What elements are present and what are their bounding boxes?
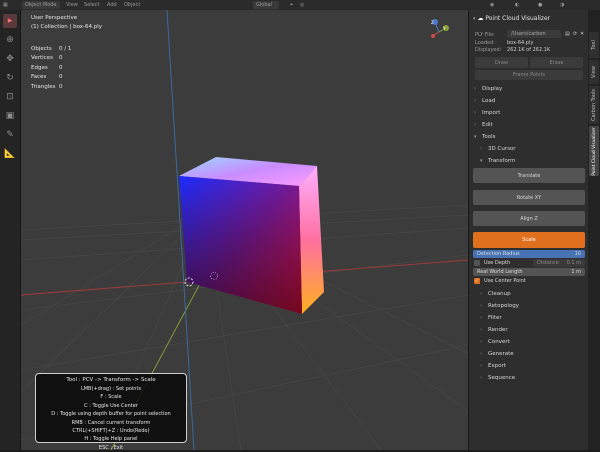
cursor-tool-icon[interactable]: ⊕ (3, 33, 17, 47)
shading-solid-icon[interactable]: ● (538, 1, 542, 9)
reload-icon[interactable]: ⟳ (573, 31, 577, 37)
section-edit[interactable]: › Edit (474, 122, 493, 128)
section-tools[interactable]: ▾ Tools (474, 134, 496, 140)
erase-button[interactable]: Erase (530, 57, 583, 68)
displayed-label: Displayed: (475, 47, 502, 53)
help-lines: LMB(+drag) : Set points F : Scale C : To… (51, 386, 171, 451)
move-tool-icon[interactable]: ✥ (3, 52, 17, 66)
editor-type-icon[interactable]: ▦ (3, 1, 17, 9)
section-import[interactable]: › Import (474, 110, 500, 116)
panel-header[interactable]: ▾ ☁ Point Cloud Visualizer (473, 14, 585, 24)
subsection-filter[interactable]: › Filter (480, 315, 502, 321)
ply-file-label: PLY File: (475, 32, 495, 38)
scale-button[interactable]: Scale (473, 232, 585, 248)
use-depth-box (474, 260, 480, 266)
subsection-retopology[interactable]: › Retopology (480, 303, 519, 309)
loaded-value: box-64.ply (507, 40, 534, 46)
clear-icon[interactable]: ✕ (580, 31, 584, 37)
scale-tool-icon[interactable]: ⊡ (3, 90, 17, 104)
proportional-icon[interactable]: ◎ (300, 1, 304, 9)
help-panel: Tool : PCV -> Transform -> Scale LMB(+dr… (35, 373, 187, 451)
point-cloud-cube (179, 157, 324, 314)
distance-field[interactable]: Distance 0.1 m (533, 259, 585, 267)
subsection-sequence[interactable]: › Sequence (480, 375, 515, 381)
help-title: Tool : PCV -> Transform -> Scale (66, 377, 156, 383)
panel-title: Point Cloud Visualizer (485, 15, 551, 22)
displayed-value: 262.1K of 262.1K (507, 47, 551, 53)
annotate-tool-icon[interactable]: ✎ (3, 128, 17, 142)
frame-points-button[interactable]: Frame Points (475, 70, 583, 80)
snap-icon[interactable]: ⌖ (290, 1, 293, 9)
transform-tool-icon[interactable]: ▣ (3, 109, 17, 123)
gizmo-z-label: Z (431, 20, 434, 25)
detection-radius-field[interactable]: Detection Radius 10 (473, 250, 585, 258)
menu-select[interactable]: Select (84, 1, 99, 9)
tab-carbon-tools[interactable]: Carbon Tools (589, 86, 599, 124)
scene-stats: Objects 0 / 1 Vertices 0 Edges 0 Faces 0 Tri… (31, 46, 72, 90)
mode-select[interactable]: Object Mode (22, 1, 60, 9)
tab-view[interactable]: View (589, 60, 599, 84)
subsection-transform[interactable]: ▾ Transform (480, 158, 515, 164)
subsection-generate[interactable]: › Generate (480, 351, 514, 357)
draw-button[interactable]: Draw (475, 57, 528, 68)
use-depth-checkbox[interactable]: Use Depth (474, 259, 510, 267)
toolbar: ▸ ⊕ ✥ ↻ ⊡ ▣ ✎ 📐 (0, 10, 21, 450)
subsection-export[interactable]: › Export (480, 363, 506, 369)
measure-tool-icon[interactable]: 📐 (3, 147, 17, 161)
subsection-convert[interactable]: › Convert (480, 339, 510, 345)
tab-point-cloud-visualizer[interactable]: Point Cloud Visualizer (589, 126, 599, 176)
loaded-label: Loaded: (475, 40, 495, 46)
align-z-button[interactable]: Align Z (473, 211, 585, 226)
viewport-title: User Perspective (31, 15, 78, 21)
subsection-cleanup[interactable]: › Cleanup (480, 291, 511, 297)
menu-view[interactable]: View (66, 1, 78, 9)
shading-material-icon[interactable]: ◑ (560, 1, 564, 9)
rotate-xy-button[interactable]: Rotate XY (473, 190, 585, 205)
menu-object[interactable]: Object (124, 1, 140, 9)
tab-tool[interactable]: Tool (589, 32, 599, 58)
use-center-checkbox[interactable]: ✓ Use Center Point (474, 277, 526, 285)
subsection-3d-cursor[interactable]: › 3D Cursor (480, 146, 516, 152)
gizmo-y-label: Y (443, 26, 446, 31)
translate-button[interactable]: Translate (473, 168, 585, 183)
transform-orientation-select[interactable]: Global (253, 1, 279, 9)
section-load[interactable]: › Load (474, 98, 495, 104)
subsection-render[interactable]: › Render (480, 327, 508, 333)
sidebar-panel: ▾ ☁ Point Cloud Visualizer PLY File: /Us… (468, 10, 589, 450)
overlay-icon[interactable]: ◐ (515, 1, 519, 9)
visibility-icon[interactable]: ◉ (490, 1, 494, 9)
select-tool-icon[interactable]: ▸ (3, 14, 17, 28)
rotate-tool-icon[interactable]: ↻ (3, 71, 17, 85)
section-display[interactable]: › Display (474, 86, 502, 92)
collection-label: (1) Collection | box-64.ply (31, 24, 103, 30)
use-center-box: ✓ (474, 278, 480, 284)
ply-file-field[interactable]: /Users/carbon (507, 30, 561, 38)
folder-icon[interactable]: ▤ (565, 31, 570, 37)
cloud-icon: ☁ (477, 15, 484, 22)
collapse-chevron-icon: ▾ (473, 16, 476, 22)
sidebar-tabs: Tool View Carbon Tools Point Cloud Visua… (588, 10, 600, 450)
menu-add[interactable]: Add (107, 1, 117, 9)
real-world-length-field[interactable]: Real World Length 1 m (473, 268, 585, 276)
